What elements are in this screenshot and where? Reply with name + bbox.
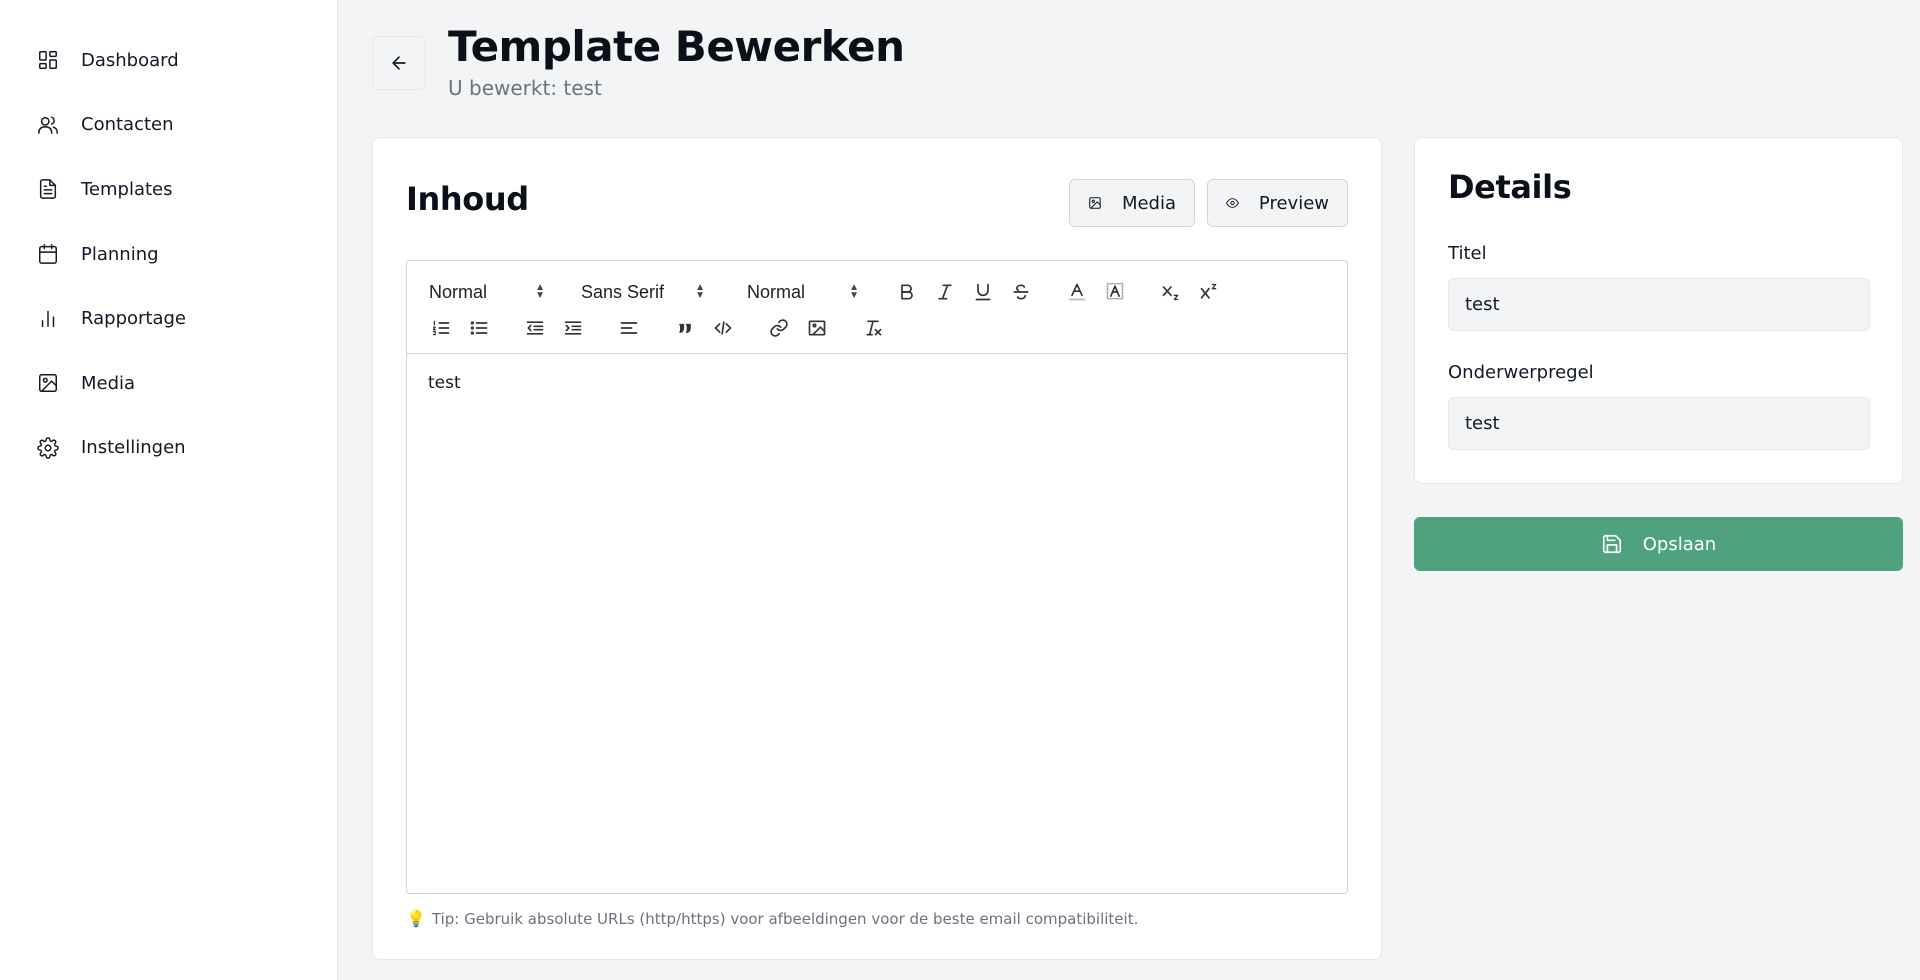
details-card: Details Titel Onderwerpregel [1414,137,1903,484]
superscript-icon [1200,283,1217,299]
code-block-button[interactable] [709,314,737,342]
save-button-label: Opslaan [1642,533,1717,555]
sidebar-item-label: Planning [81,243,159,265]
content-card: Inhoud Media Preview Normal ▲ ▼ Sans Seri… [372,137,1382,960]
editor-tip: 💡 Tip: Gebruik absolute URLs (http/https… [406,909,1138,928]
back-button[interactable] [372,36,426,90]
underline-icon [975,283,991,301]
indent-icon [564,321,582,335]
sidebar: Dashboard Contacten Templates Planning R… [0,0,338,980]
outdent-button[interactable] [521,314,549,342]
eye-icon [1226,198,1239,208]
toolbar-row: Normal ▲ ▼ Sans Serif ▲ ▼ Normal ▲ ▼ [427,277,1233,307]
bold-button[interactable] [893,278,921,306]
sidebar-item-rapportage[interactable]: Rapportage [0,286,337,351]
tip-text: Tip: Gebruik absolute URLs (http/https) … [431,909,1139,928]
lightbulb-icon: 💡 [406,909,426,928]
subject-input[interactable] [1448,397,1870,450]
italic-button[interactable] [931,278,959,306]
file-text-icon [37,178,59,200]
ordered-list-button[interactable] [427,314,455,342]
arrow-left-icon [392,56,406,70]
size-select-value: Normal [747,281,806,302]
background-color-button[interactable] [1101,278,1129,306]
dashboard-icon [37,49,59,71]
underline-button[interactable] [969,278,997,306]
editor-toolbar: Normal ▲ ▼ Sans Serif ▲ ▼ Normal ▲ ▼ [407,261,1347,354]
align-left-icon [620,322,638,334]
gear-icon [37,437,59,459]
font-select[interactable]: Sans Serif ▲ ▼ [579,282,705,303]
chevron-up-down-icon: ▲ ▼ [849,282,859,301]
media-button[interactable]: Media [1069,179,1195,227]
bullet-list-icon [470,321,488,335]
bar-chart-icon [37,308,59,330]
ordered-list-icon [432,320,450,336]
bold-icon [901,284,913,300]
save-icon [1602,534,1621,554]
editor-content[interactable]: test [428,373,461,393]
sidebar-nav: Dashboard Contacten Templates Planning R… [0,0,337,480]
sidebar-item-instellingen[interactable]: Instellingen [0,416,337,481]
details-card-title: Details [1448,168,1572,206]
sidebar-item-label: Instellingen [81,437,186,459]
link-button[interactable] [765,314,793,342]
chevron-up-down-icon: ▲ ▼ [535,282,545,301]
sidebar-item-planning[interactable]: Planning [0,222,337,287]
title-input[interactable] [1448,278,1870,331]
font-select-value: Sans Serif [581,281,665,302]
outdent-icon [526,321,544,335]
sidebar-item-templates[interactable]: Templates [0,157,337,222]
media-button-label: Media [1121,192,1176,214]
subscript-button[interactable] [1157,278,1185,306]
blockquote-button[interactable] [671,314,699,342]
preview-button-label: Preview [1258,192,1329,214]
align-button[interactable] [615,314,643,342]
heading-select[interactable]: Normal ▲ ▼ [427,282,545,303]
content-card-title: Inhoud [406,180,529,218]
size-select[interactable]: Normal ▲ ▼ [745,282,859,303]
users-icon [37,114,59,136]
save-button[interactable]: Opslaan [1414,517,1903,571]
image-icon [1089,197,1101,209]
superscript-button[interactable] [1195,278,1223,306]
sidebar-item-label: Media [81,372,136,394]
calendar-icon [37,243,59,265]
subject-field-label: Onderwerpregel [1448,362,1594,383]
strikethrough-icon [1013,284,1029,300]
indent-button[interactable] [559,314,587,342]
italic-icon [938,284,952,300]
rich-text-editor: Normal ▲ ▼ Sans Serif ▲ ▼ Normal ▲ ▼ tes… [406,260,1348,894]
insert-image-button[interactable] [803,314,831,342]
clear-format-icon [866,320,882,336]
image-icon [37,372,59,394]
sidebar-item-label: Templates [81,178,173,200]
clear-format-button[interactable] [859,314,887,342]
text-color-button[interactable] [1063,278,1091,306]
sidebar-item-label: Contacten [81,114,174,136]
toolbar-row [427,313,897,343]
link-icon [770,319,788,337]
sidebar-item-contacten[interactable]: Contacten [0,93,337,158]
page-title: Template Bewerken [448,22,905,71]
bullet-list-button[interactable] [465,314,493,342]
sidebar-item-label: Dashboard [81,49,179,71]
title-field-label: Titel [1448,243,1487,264]
page-subtitle: U bewerkt: test [448,76,602,100]
sidebar-item-label: Rapportage [81,308,186,330]
background-color-icon [1106,282,1124,300]
image-icon [808,320,826,336]
strikethrough-button[interactable] [1007,278,1035,306]
chevron-up-down-icon: ▲ ▼ [695,282,705,301]
code-icon [714,321,732,335]
quote-icon [679,323,691,333]
text-color-icon [1068,283,1086,301]
heading-select-value: Normal [429,281,488,302]
preview-button[interactable]: Preview [1207,179,1348,227]
sidebar-item-media[interactable]: Media [0,351,337,416]
subscript-icon [1162,286,1179,301]
sidebar-item-dashboard[interactable]: Dashboard [0,28,337,93]
